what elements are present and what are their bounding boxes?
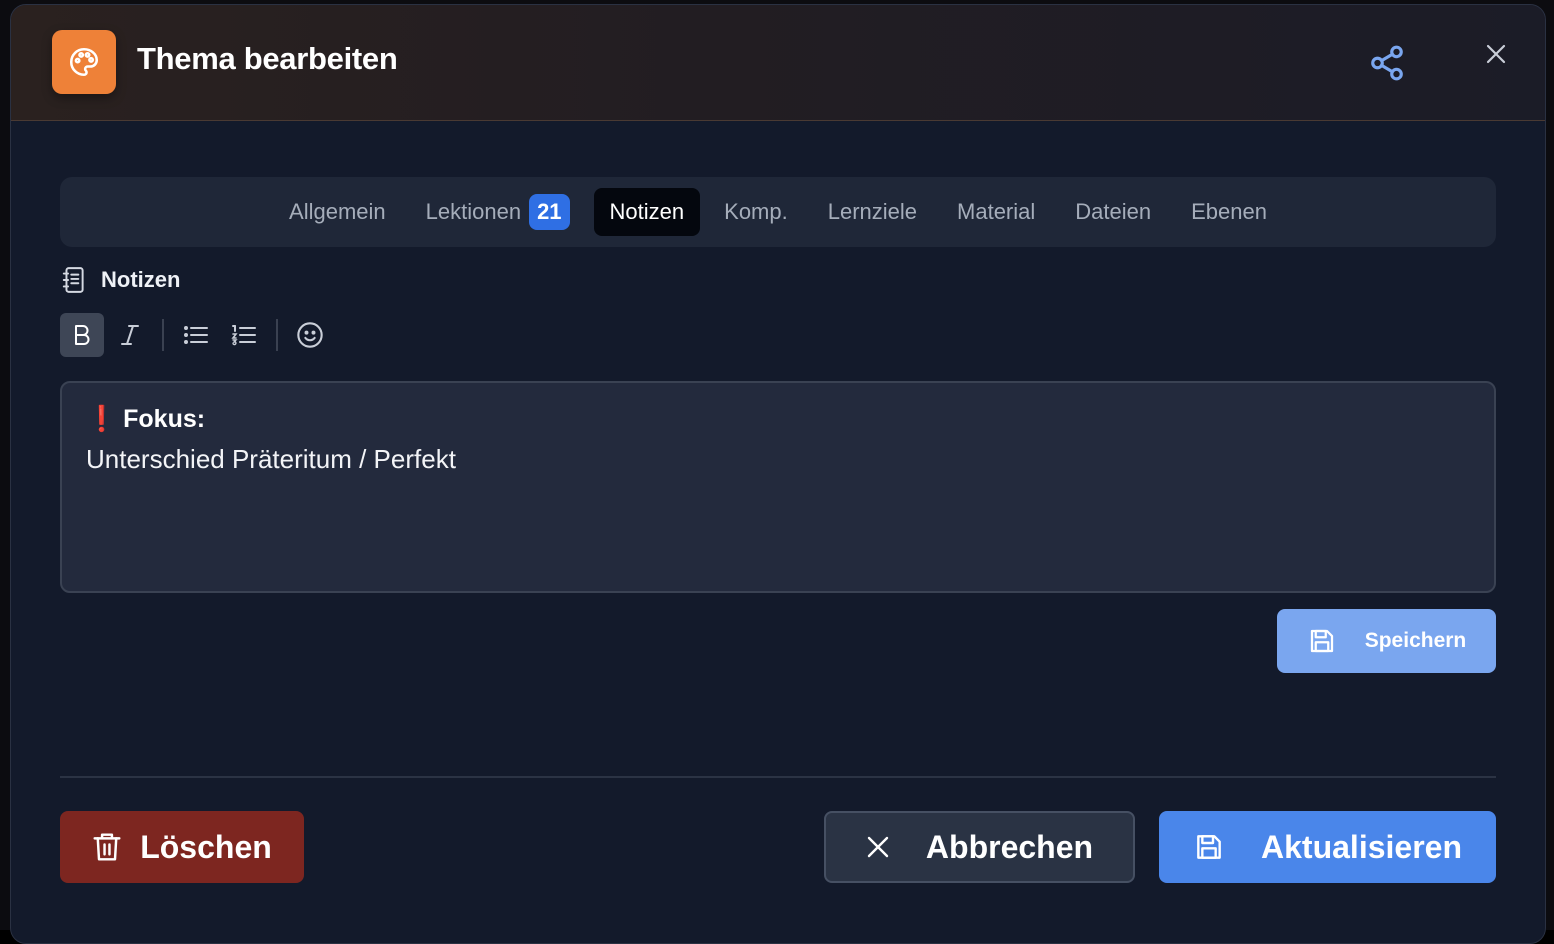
editor-line: ❗ Fokus: [86,405,206,433]
update-button[interactable]: Aktualisieren [1159,811,1496,883]
bold-button[interactable] [60,313,104,357]
exclamation-icon: ❗ [86,405,118,433]
dialog-title: Thema bearbeiten [137,41,398,76]
share-icon [1371,45,1403,81]
editor-toolbar [60,313,332,357]
tab-lektionen[interactable]: Lektionen 21 [410,188,586,236]
notes-editor[interactable]: ❗ Fokus: Unterschied Präteritum / Perfek… [60,381,1496,593]
lessons-count-badge: 21 [529,194,570,230]
bold-icon [75,325,90,345]
notes-section-heading: Notizen [61,265,180,295]
bullet-list-icon [184,326,208,344]
delete-button[interactable]: Löschen [60,811,304,883]
close-button[interactable] [1481,39,1511,69]
close-icon [1486,44,1506,64]
italic-button[interactable] [108,313,152,357]
close-icon [867,836,889,858]
tab-ebenen[interactable]: Ebenen [1175,188,1283,236]
save-icon [1310,629,1333,653]
tab-komp[interactable]: Komp. [708,188,804,236]
tab-bar: Allgemein Lektionen 21 Notizen Komp. Ler… [60,177,1496,247]
dialog-header: Thema bearbeiten [11,5,1545,121]
emoji-button[interactable] [288,313,332,357]
share-button[interactable] [1367,41,1407,85]
numbered-list-button[interactable] [222,313,266,357]
palette-icon [52,30,116,94]
notebook-icon [62,267,84,293]
emoji-icon [297,322,323,348]
editor-line: Unterschied Präteritum / Perfekt [86,444,456,474]
toolbar-divider [162,319,164,351]
save-icon [1197,835,1221,859]
tab-material[interactable]: Material [941,188,1051,236]
toolbar-divider [276,319,278,351]
numbered-list-icon [231,325,256,346]
tab-lernziele[interactable]: Lernziele [812,188,933,236]
tab-notizen[interactable]: Notizen [593,188,701,236]
tab-dateien[interactable]: Dateien [1059,188,1167,236]
footer-divider [60,776,1496,778]
save-notes-button[interactable]: Speichern [1277,609,1496,673]
italic-icon [121,325,139,345]
trash-icon [93,833,121,861]
edit-topic-dialog: Thema bearbeiten Allgemein Lektionen 21 … [10,4,1546,944]
tab-allgemein[interactable]: Allgemein [273,188,402,236]
bullet-list-button[interactable] [174,313,218,357]
cancel-button[interactable]: Abbrechen [824,811,1135,883]
